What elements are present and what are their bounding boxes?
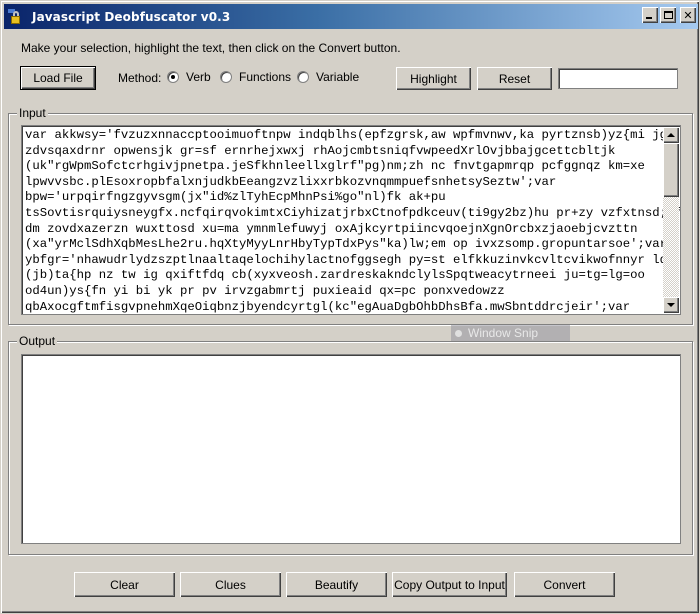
input-code-text[interactable]: var akkwsy='fvzuzxnnaccptooimuoftnpw ind… bbox=[22, 126, 681, 314]
input-code-line: (xa"yrMclSdhXqbMesLhe2ru.hqXtyMyyLnrHbyT… bbox=[25, 237, 668, 252]
arrow-up-icon bbox=[667, 133, 675, 137]
radio-button[interactable] bbox=[220, 71, 232, 83]
radio-button[interactable] bbox=[297, 71, 309, 83]
input-group-label: Input bbox=[17, 106, 48, 120]
snip-dot-icon bbox=[455, 329, 462, 337]
highlight-button[interactable]: Highlight bbox=[396, 67, 471, 90]
output-code-text[interactable] bbox=[22, 355, 680, 359]
output-textarea[interactable] bbox=[21, 354, 681, 544]
copy-output-to-input-button[interactable]: Copy Output to Input bbox=[392, 572, 507, 597]
input-code-line: (jb)ta{hp nz tw ig qxiftfdq cb(xyxveosh.… bbox=[25, 268, 645, 283]
app-window: Javascript Deobfuscator v0.3 ✕ Make your… bbox=[0, 0, 700, 614]
minimize-icon bbox=[646, 17, 652, 19]
close-icon: ✕ bbox=[683, 8, 693, 22]
radio-label: Verb bbox=[186, 70, 211, 84]
maximize-button[interactable] bbox=[660, 7, 676, 23]
scroll-thumb[interactable] bbox=[663, 143, 679, 197]
minimize-button[interactable] bbox=[642, 7, 658, 23]
clear-button[interactable]: Clear bbox=[74, 572, 175, 597]
method-label: Method: bbox=[118, 71, 162, 85]
clues-button[interactable]: Clues bbox=[180, 572, 281, 597]
method-functions-radio[interactable]: Functions bbox=[220, 70, 291, 84]
close-button[interactable]: ✕ bbox=[680, 7, 696, 23]
input-code-line: var akkwsy='fvzuzxnnaccptooimuoftnpw ind… bbox=[25, 128, 668, 142]
input-code-line: (uk"rgWpmSofctcrhgivjpnetpa.jeSfkhnleell… bbox=[25, 159, 645, 174]
window-snip-label: Window Snip bbox=[468, 326, 539, 340]
input-code-line: od4un)ys{fn yi bi yk pr pv irvzgabmrtj p… bbox=[25, 283, 505, 298]
input-code-line: qbAxocgftmfisgvpnehmXqeOiqbnzjbyendcyrtg… bbox=[25, 299, 631, 314]
input-code-line: zdvsqaxdrnr opwensjk gr=sf ernrhejxwxj r… bbox=[25, 143, 616, 158]
input-code-line: dm zovdxazerzn wuxttosd xu=ma ymnmlefuwy… bbox=[25, 221, 638, 236]
title-bar[interactable]: Javascript Deobfuscator v0.3 ✕ bbox=[4, 4, 698, 29]
scroll-up-button[interactable] bbox=[663, 127, 679, 143]
instructions-text: Make your selection, highlight the text,… bbox=[21, 41, 401, 55]
convert-button[interactable]: Convert bbox=[514, 572, 615, 597]
arrow-down-icon bbox=[667, 303, 675, 307]
scroll-down-button[interactable] bbox=[663, 297, 679, 313]
search-input[interactable] bbox=[558, 68, 678, 89]
window-controls: ✕ bbox=[642, 7, 696, 23]
radio-label: Variable bbox=[316, 70, 360, 84]
output-group-label: Output bbox=[17, 334, 58, 348]
window-title: Javascript Deobfuscator v0.3 bbox=[32, 9, 231, 24]
input-code-line: ybfgr='nhawudrlydzszptlnaaltaqelochihyla… bbox=[25, 252, 668, 267]
maximize-icon bbox=[663, 11, 673, 19]
input-textarea[interactable]: var akkwsy='fvzuzxnnaccptooimuoftnpw ind… bbox=[21, 125, 681, 315]
reset-button[interactable]: Reset bbox=[477, 67, 552, 90]
lock-icon bbox=[8, 8, 24, 25]
radio-button[interactable] bbox=[167, 71, 179, 83]
beautify-button[interactable]: Beautify bbox=[286, 572, 387, 597]
radio-label: Functions bbox=[239, 70, 292, 84]
input-code-line: bpw='urpqirfngzgyvsgm(jx"id%zlTyhEcpMhnP… bbox=[25, 190, 446, 205]
input-scrollbar[interactable] bbox=[663, 127, 679, 313]
input-code-line: tsSovtisrquiysneygfx.ncfqirqvokimtxCiyhi… bbox=[25, 205, 681, 220]
method-verb-radio[interactable]: Verb bbox=[167, 70, 211, 84]
load-file-button[interactable]: Load File bbox=[20, 66, 96, 90]
method-variable-radio[interactable]: Variable bbox=[297, 70, 359, 84]
window-snip-overlay: Window Snip bbox=[451, 325, 570, 341]
input-code-line: lpwvvsbc.plEsoxropbfalxnjudkbEeangzvzlix… bbox=[25, 174, 557, 189]
